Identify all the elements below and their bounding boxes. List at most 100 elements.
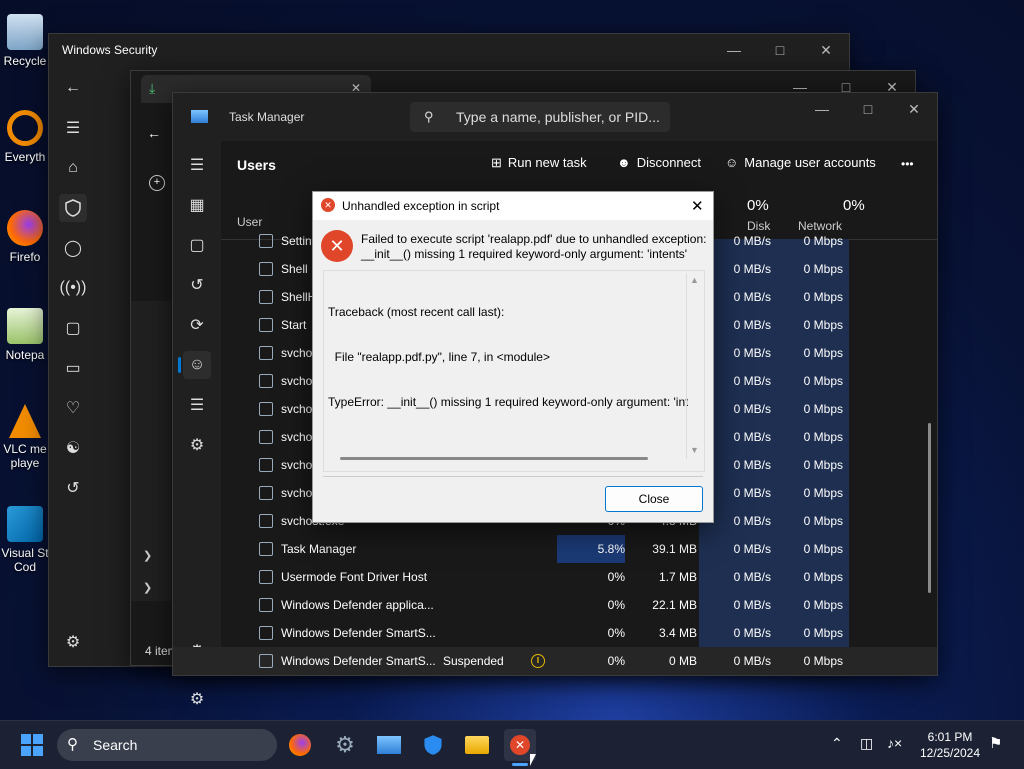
traceback-line: Traceback (most recent call last): [328, 305, 505, 319]
desktop-icon-label: Firefo [9, 250, 41, 264]
expand-chevron-icon[interactable]: ❯ [143, 581, 152, 594]
vertical-scroll-track[interactable] [686, 273, 687, 459]
table-row[interactable]: Windows Defender SmartS... 0% 3.4 MB 0 MB/s… [173, 619, 937, 647]
error-dialog: ✕ Unhandled exception in script ✕ ✕ Fail… [312, 191, 714, 523]
desktop-icon-recycle-bin[interactable]: Recycle [0, 8, 50, 88]
manage-user-accounts-button[interactable]: ☺ Manage user accounts [725, 155, 876, 177]
everything-icon [7, 110, 43, 146]
window-title: Windows Security [62, 43, 158, 57]
hamburger-menu-icon[interactable]: ☰ [183, 151, 211, 179]
task-manager-taskbar-icon[interactable] [373, 729, 405, 761]
memory-cell: 0 MB [668, 654, 697, 668]
family-icon[interactable]: ☯ [59, 434, 87, 462]
search-box[interactable]: ⚲ Type a name, publisher, or PID... [410, 102, 670, 132]
disk-cell: 0 MB/s [733, 570, 771, 584]
show-hidden-icons-chevron-icon[interactable]: ⌃ [831, 735, 843, 752]
network-cell: 0 Mbps [803, 318, 843, 332]
more-options-button[interactable]: ••• [901, 157, 914, 171]
horizontal-scrollbar[interactable] [340, 457, 648, 460]
process-icon [259, 486, 273, 500]
new-plus-icon[interactable]: + [149, 175, 165, 191]
network-cell: 0 Mbps [803, 486, 843, 500]
desktop-icon-everything[interactable]: Everyth [0, 104, 50, 184]
history-icon[interactable]: ↺ [59, 474, 87, 502]
windows-logo-icon [21, 734, 43, 756]
device-security-icon[interactable]: ▭ [59, 354, 87, 382]
account-icon[interactable]: ◯ [59, 234, 87, 262]
desktop-icon-vscode[interactable]: Visual St Cod [0, 500, 50, 580]
scroll-up-arrow-icon[interactable]: ▲ [690, 275, 699, 285]
disk-percent: 0% [747, 197, 769, 214]
menu-icon[interactable]: ☰ [59, 114, 87, 142]
table-row[interactable]: Windows Defender applica... 0% 22.1 MB 0 MB… [173, 591, 937, 619]
desktop-icon-notepad[interactable]: Notepa [0, 302, 50, 382]
error-message-line1: Failed to execute script 'realapp.pdf' d… [361, 232, 707, 246]
dialog-separator [323, 476, 703, 477]
memory-cell: 1.7 MB [658, 570, 697, 584]
maximize-button[interactable]: □ [757, 34, 803, 66]
minimize-button[interactable]: — [711, 34, 757, 66]
desktop-icon-label: Everyth [4, 150, 46, 164]
file-explorer-taskbar-icon[interactable] [461, 729, 493, 761]
close-button[interactable]: ✕ [891, 93, 937, 125]
clock[interactable]: 6:01 PM 12/25/2024 [918, 729, 982, 761]
firefox-icon [7, 210, 43, 246]
network-cell: 0 Mbps [803, 542, 843, 556]
process-icon [259, 542, 273, 556]
windows-security-taskbar-icon[interactable] [417, 729, 449, 761]
network-cell: 0 Mbps [803, 598, 843, 612]
close-button[interactable]: ✕ [803, 34, 849, 66]
network-cell: 0 Mbps [803, 514, 843, 528]
start-button[interactable] [16, 729, 48, 761]
table-row[interactable]: Task Manager 5.8% 39.1 MB 0 MB/s 0 Mbps [173, 535, 937, 563]
memory-cell: 22.1 MB [652, 598, 697, 612]
app-browser-icon[interactable]: ▢ [59, 314, 87, 342]
shield-icon[interactable] [59, 194, 87, 222]
close-button[interactable]: Close [605, 486, 703, 512]
firefox-taskbar-icon[interactable] [284, 729, 316, 761]
clock-time: 6:01 PM [927, 730, 973, 744]
notification-bell-icon[interactable]: ⚑ [989, 734, 1002, 752]
volume-muted-icon[interactable]: ♪× [887, 735, 902, 751]
close-button-label: Close [638, 492, 670, 506]
expand-chevron-icon[interactable]: ❯ [143, 549, 152, 562]
settings-gear-icon[interactable]: ⚙ [59, 628, 87, 656]
taskbar: ⚲ Search ⚙ ✕ ⌃ ◫ ♪× 6:01 PM 12/25/2024 ⚑ [0, 720, 1024, 769]
desktop-icon-firefox[interactable]: Firefo [0, 204, 50, 284]
settings-taskbar-icon[interactable]: ⚙ [329, 729, 361, 761]
scroll-down-arrow-icon[interactable]: ▼ [690, 445, 699, 455]
dialog-close-icon[interactable]: ✕ [691, 197, 704, 215]
back-arrow-icon[interactable]: ← [147, 125, 161, 141]
search-input[interactable]: Type a name, publisher, or PID... [456, 109, 660, 125]
process-icon [259, 290, 273, 304]
table-row[interactable]: Usermode Font Driver Host 0% 1.7 MB 0 MB/s 0… [173, 563, 937, 591]
mouse-cursor-icon [530, 754, 536, 766]
health-icon[interactable]: ♡ [59, 394, 87, 422]
back-arrow-icon[interactable]: ← [59, 74, 87, 102]
network-icon[interactable]: ((•)) [59, 274, 87, 302]
process-icon [259, 402, 273, 416]
table-row[interactable]: Windows Defender SmartS... Suspended ‖ 0% 0 … [173, 647, 937, 675]
disconnect-button[interactable]: ☻ Disconnect [617, 155, 701, 177]
process-icon [259, 430, 273, 444]
traceback-box[interactable]: Traceback (most recent call last): File … [323, 270, 705, 472]
desktop-icon-label: VLC me playe [3, 442, 47, 470]
network-percent: 0% [843, 197, 865, 214]
traceback-line: File "realapp.pdf.py", line 7, in <modul… [328, 350, 550, 364]
taskbar-search[interactable]: ⚲ Search [57, 729, 277, 761]
home-icon[interactable]: ⌂ [59, 154, 87, 182]
process-icon [259, 234, 273, 248]
maximize-button[interactable]: □ [845, 93, 891, 125]
run-new-task-label: Run new task [507, 155, 587, 170]
network-status-icon[interactable]: ◫ [860, 735, 873, 752]
desktop-icon-vlc[interactable]: VLC me playe [0, 398, 50, 478]
process-name: Windows Defender SmartS... [281, 654, 436, 668]
settings-gear-icon[interactable]: ⚙ [183, 685, 211, 713]
recycle-bin-icon [7, 14, 43, 50]
suspended-pause-icon: ‖ [531, 654, 545, 668]
minimize-button[interactable]: — [799, 93, 845, 125]
processes-icon[interactable]: ▦ [183, 191, 211, 219]
error-icon: ✕ [510, 735, 530, 755]
run-new-task-button[interactable]: ⊞ Run new task [491, 155, 587, 177]
error-small-icon: ✕ [321, 198, 335, 212]
